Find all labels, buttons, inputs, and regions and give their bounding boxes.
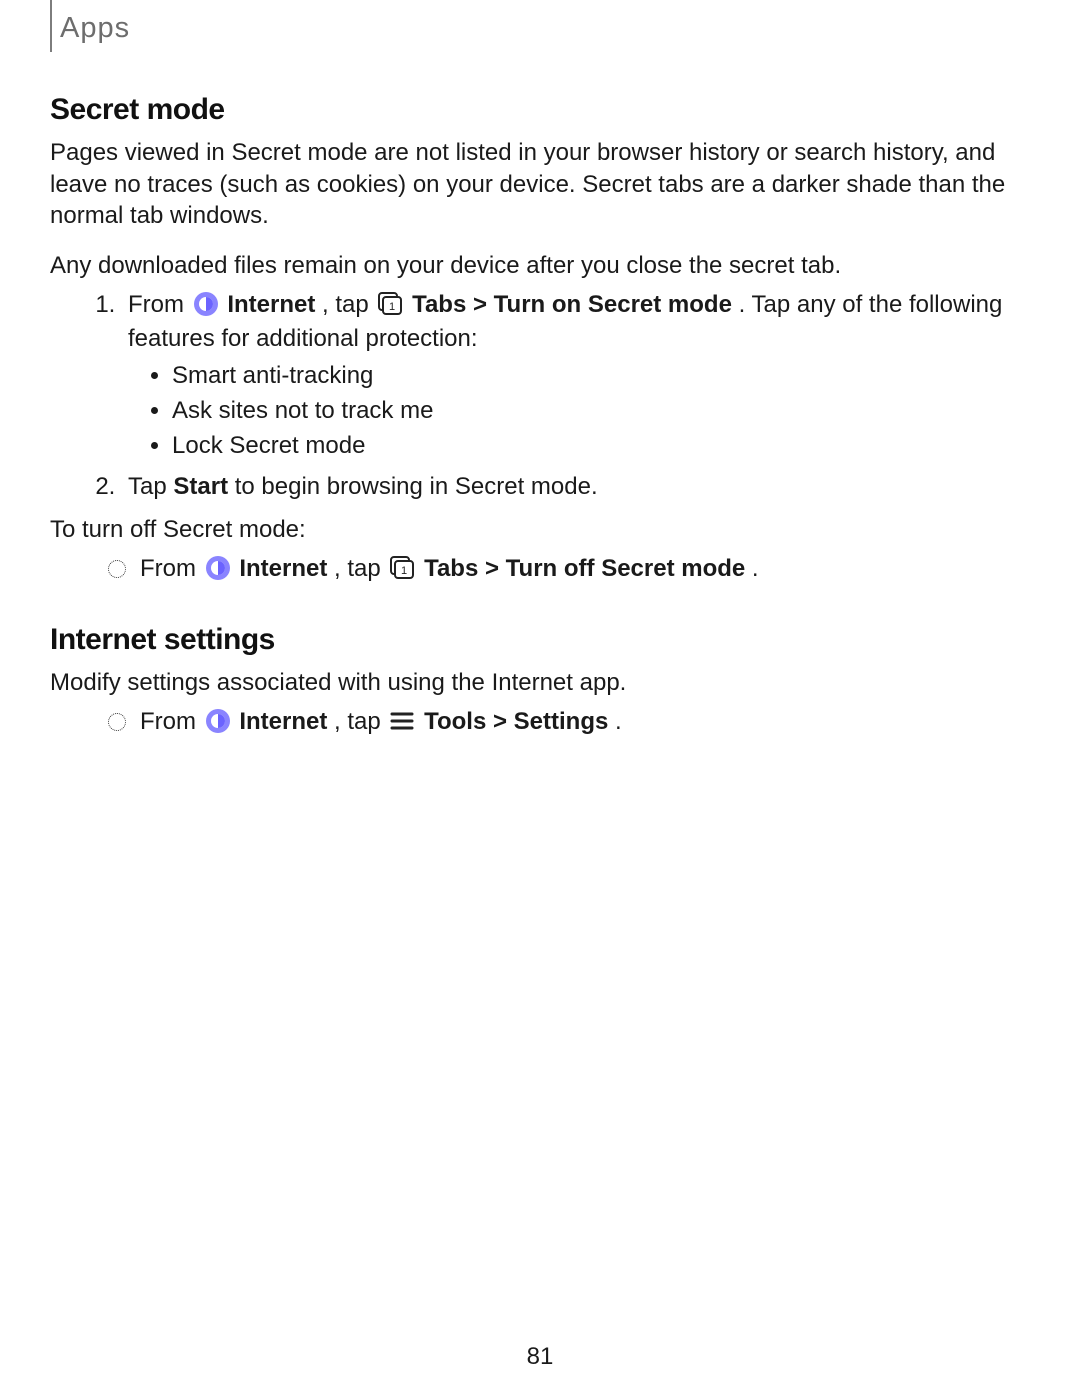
internet-label: Internet — [239, 708, 327, 735]
settings-list: From Internet , tap Tools > Settings — [50, 705, 1030, 740]
tabs-label: Tabs — [424, 555, 478, 582]
step1-mid: , tap — [322, 291, 375, 318]
turnoff-post: . — [752, 555, 759, 582]
page-number: 81 — [0, 1343, 1080, 1371]
turnoff-step: From Internet , tap 1 Tabs > Turn off — [116, 552, 1030, 587]
secret-mode-desc-1: Pages viewed in Secret mode are not list… — [50, 137, 1030, 232]
heading-internet-settings: Internet settings — [50, 623, 1030, 657]
step1-sep: > — [473, 291, 494, 318]
step1-pre: From — [128, 291, 191, 318]
settings-step: From Internet , tap Tools > Settings — [116, 705, 1030, 740]
page: Apps Secret mode Pages viewed in Secret … — [0, 0, 1080, 1397]
internet-icon — [205, 708, 231, 734]
svg-text:1: 1 — [401, 565, 407, 577]
step-2: Tap Start to begin browsing in Secret mo… — [122, 470, 1030, 505]
internet-settings-desc: Modify settings associated with using th… — [50, 667, 1030, 699]
bullet-lock-secret: Lock Secret mode — [172, 429, 1030, 464]
internet-label: Internet — [227, 291, 315, 318]
step-1: From Internet , tap 1 Tabs > Turn on — [122, 288, 1030, 464]
internet-icon — [193, 291, 219, 317]
settings-sep: > — [493, 708, 514, 735]
heading-secret-mode: Secret mode — [50, 93, 1030, 127]
secret-mode-desc-2: Any downloaded files remain on your devi… — [50, 250, 1030, 282]
turnoff-action: Turn off Secret mode — [506, 555, 746, 582]
header-title: Apps — [50, 14, 1030, 43]
menu-icon — [389, 709, 415, 733]
internet-icon — [205, 555, 231, 581]
tabs-icon: 1 — [389, 556, 415, 580]
settings-pre: From — [140, 708, 203, 735]
step2-post: to begin browsing in Secret mode. — [235, 473, 598, 500]
bullet-smart-anti-tracking: Smart anti-tracking — [172, 359, 1030, 394]
internet-label: Internet — [239, 555, 327, 582]
header-rule — [50, 0, 52, 52]
turnoff-mid: , tap — [334, 555, 387, 582]
tools-label: Tools — [424, 708, 486, 735]
step2-start: Start — [173, 473, 228, 500]
step2-pre: Tap — [128, 473, 173, 500]
turnoff-sep: > — [485, 555, 506, 582]
tabs-icon: 1 — [377, 292, 403, 316]
settings-label: Settings — [514, 708, 609, 735]
settings-post: . — [615, 708, 622, 735]
bullet-ask-no-track: Ask sites not to track me — [172, 394, 1030, 429]
settings-mid: , tap — [334, 708, 387, 735]
svg-text:1: 1 — [389, 301, 395, 313]
tabs-label: Tabs — [412, 291, 466, 318]
secret-mode-steps: From Internet , tap 1 Tabs > Turn on — [50, 288, 1030, 505]
page-header: Apps — [50, 0, 1030, 53]
turnoff-list: From Internet , tap 1 Tabs > Turn off — [50, 552, 1030, 587]
step1-bullets: Smart anti-tracking Ask sites not to tra… — [128, 359, 1030, 463]
turnoff-intro: To turn off Secret mode: — [50, 514, 1030, 546]
step1-action: Turn on Secret mode — [494, 291, 732, 318]
turnoff-pre: From — [140, 555, 203, 582]
